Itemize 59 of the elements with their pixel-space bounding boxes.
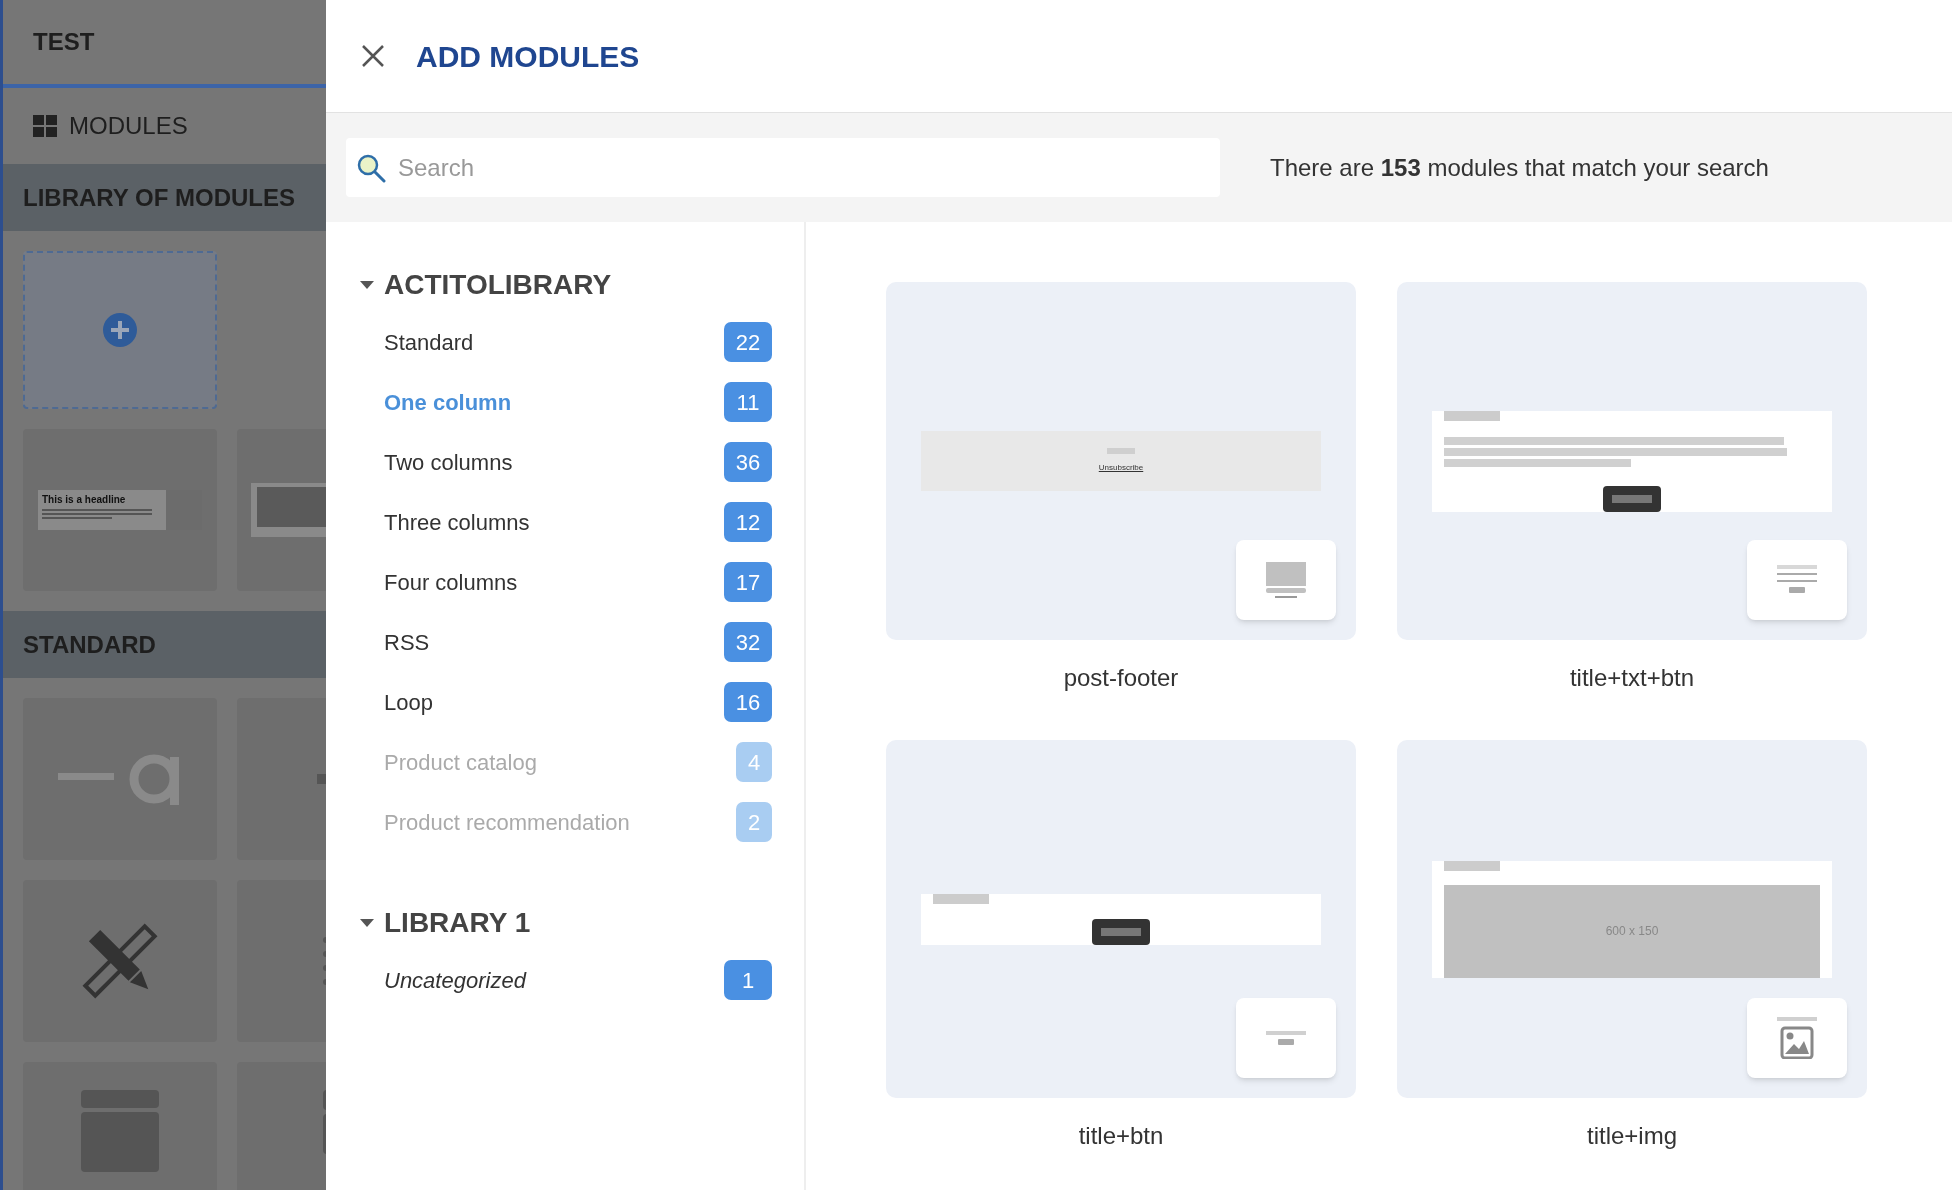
category-item[interactable]: Loop 16 (360, 672, 772, 732)
count-badge: 1 (724, 960, 772, 1000)
text-placeholder-bar (1444, 860, 1500, 871)
category-item[interactable]: Standard 22 (360, 312, 772, 372)
count-badge: 32 (724, 622, 772, 662)
library-toggle[interactable]: LIBRARY 1 (360, 896, 772, 950)
results-count-text: There are 153 modules that match your search (1270, 152, 1769, 183)
count-badge: 2 (736, 802, 772, 842)
category-item[interactable]: RSS 32 (360, 612, 772, 672)
count-badge: 17 (724, 562, 772, 602)
image-layout-icon (1777, 1017, 1817, 1059)
search-field[interactable]: Search (346, 138, 1220, 197)
module-tile[interactable] (237, 429, 326, 591)
ruler-pencil-icon (80, 921, 160, 1001)
button-layout-icon (1266, 1031, 1306, 1045)
count-badge: 4 (736, 742, 772, 782)
module-tile[interactable] (23, 880, 217, 1042)
preview-headline: This is a headline (42, 493, 127, 507)
text-placeholder-bar (1101, 927, 1141, 936)
unsubscribe-link: Unsubscribe (1098, 462, 1144, 474)
search-icon (356, 152, 386, 183)
module-card[interactable] (1397, 282, 1867, 640)
close-icon (361, 44, 385, 68)
text-placeholder-bar (1444, 410, 1500, 421)
section-title: STANDARD (23, 629, 156, 660)
module-tile[interactable] (237, 880, 326, 1042)
dialog-title: ADD MODULES (416, 38, 640, 75)
project-title: TEST (33, 27, 95, 57)
module-name: title+img (1586, 1121, 1677, 1151)
category-item[interactable]: Two columns 36 (360, 432, 772, 492)
module-card[interactable]: Unsubscribe (886, 282, 1356, 640)
module-tile[interactable] (23, 698, 217, 860)
category-item[interactable]: Three columns 12 (360, 492, 772, 552)
count-badge: 22 (724, 322, 772, 362)
count-badge: 36 (724, 442, 772, 482)
count-badge: 11 (724, 382, 772, 422)
grid-icon (33, 115, 57, 137)
plus-icon (103, 313, 137, 347)
module-tile[interactable]: This is a headline (23, 429, 217, 591)
text-placeholder-bar (1612, 494, 1652, 503)
search-input[interactable]: Search (398, 149, 1210, 186)
text-placeholder-bar (1107, 448, 1135, 454)
module-card[interactable] (886, 740, 1356, 1098)
module-name: title+txt+btn (1569, 663, 1695, 693)
text-layout-icon (1777, 565, 1817, 595)
library-toggle[interactable]: ACTITOLIBRARY (360, 258, 772, 312)
footer-layout-icon (1266, 562, 1306, 598)
module-name: title+btn (1078, 1121, 1164, 1151)
section-title: LIBRARY OF MODULES (23, 182, 295, 213)
module-tile[interactable] (237, 698, 326, 860)
text-placeholder-bar (933, 893, 989, 904)
modules-tab[interactable]: MODULES (3, 88, 326, 164)
count-badge: 12 (724, 502, 772, 542)
module-tile[interactable] (23, 1062, 217, 1190)
category-item[interactable]: Uncategorized 1 (360, 950, 772, 1010)
module-name: post-footer (1063, 663, 1179, 693)
count-badge: 16 (724, 682, 772, 722)
category-item[interactable]: Four columns 17 (360, 552, 772, 612)
add-module-tile[interactable] (23, 251, 217, 409)
